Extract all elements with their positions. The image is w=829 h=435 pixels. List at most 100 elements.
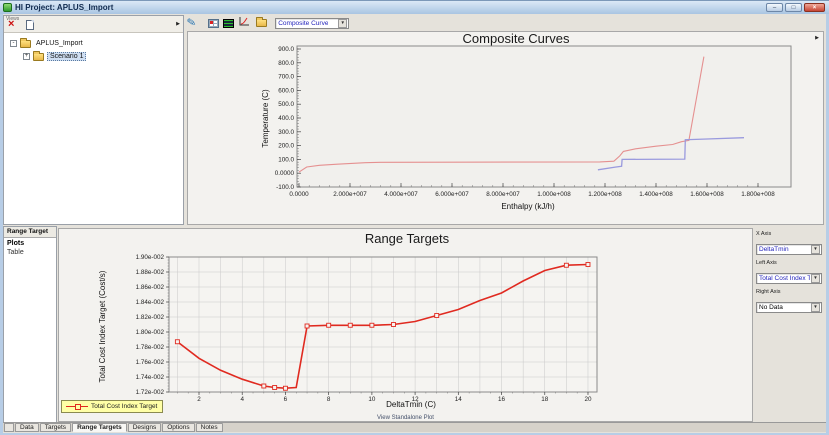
chart-legend: Total Cost Index Target	[61, 400, 163, 413]
svg-text:500.0: 500.0	[278, 101, 294, 108]
tree-item-label: APLUS_Import	[34, 40, 85, 47]
x-axis-label: X Axis	[756, 231, 824, 237]
panel-expand-arrow-icon[interactable]: ▶	[176, 22, 180, 27]
expand-box-icon[interactable]: +	[23, 53, 30, 60]
svg-text:1.82e-002: 1.82e-002	[136, 314, 165, 321]
svg-text:300.0: 300.0	[278, 129, 294, 136]
svg-text:600.0: 600.0	[278, 87, 294, 94]
right-axis-group: Right Axis No Data ▼	[756, 289, 824, 314]
svg-text:400.0: 400.0	[278, 115, 294, 122]
svg-text:200.0: 200.0	[278, 143, 294, 150]
svg-text:1.800e+008: 1.800e+008	[741, 191, 775, 198]
tab-notes[interactable]: Notes	[196, 423, 223, 432]
svg-text:8.000e+007: 8.000e+007	[486, 191, 520, 198]
range-target-nav: Range Target Plots Table	[3, 226, 57, 423]
bottom-tabbar: Data Targets Range Targets Designs Optio…	[3, 422, 826, 432]
dropdown-arrow-icon[interactable]: ▼	[811, 274, 820, 283]
right-axis-select[interactable]: No Data ▼	[756, 302, 822, 313]
svg-text:1.88e-002: 1.88e-002	[136, 269, 165, 276]
svg-text:1.76e-002: 1.76e-002	[136, 359, 165, 366]
pen-icon[interactable]: ✎	[186, 17, 197, 29]
svg-text:16: 16	[498, 396, 506, 403]
table-icon[interactable]	[208, 19, 219, 28]
minimize-button[interactable]: –	[766, 3, 783, 12]
svg-text:6.000e+007: 6.000e+007	[435, 191, 469, 198]
nav-item-plots[interactable]: Plots	[4, 238, 56, 247]
folder-icon[interactable]	[256, 19, 267, 27]
svg-text:700.0: 700.0	[278, 74, 294, 81]
svg-text:4: 4	[240, 396, 244, 403]
legend-line-icon	[66, 403, 88, 410]
window-controls: – □ ×	[764, 3, 825, 12]
matrix-icon[interactable]	[223, 19, 234, 28]
maximize-button[interactable]: □	[785, 3, 802, 12]
titlebar[interactable]: HI Project: APLUS_Import – □ ×	[0, 1, 829, 14]
tab-scroll-stub[interactable]	[4, 423, 14, 432]
svg-text:Range Targets: Range Targets	[365, 231, 450, 246]
tab-targets[interactable]: Targets	[40, 423, 71, 432]
tree-item-scenario[interactable]: + Scenario 1	[23, 50, 183, 63]
svg-text:1.200e+008: 1.200e+008	[588, 191, 622, 198]
svg-text:20: 20	[584, 396, 592, 403]
x-axis-group: X Axis DeltaTmin ▼	[756, 231, 824, 256]
svg-text:1.400e+008: 1.400e+008	[639, 191, 673, 198]
plot-type-select[interactable]: Composite Curve ▼	[275, 18, 349, 29]
svg-text:Enthalpy (kJ/h): Enthalpy (kJ/h)	[501, 202, 555, 211]
dropdown-arrow-icon[interactable]: ▼	[338, 19, 347, 28]
app-window: HI Project: APLUS_Import – □ × Views × ▶…	[0, 0, 829, 435]
right-axis-value: No Data	[759, 304, 783, 311]
new-item-icon[interactable]	[26, 20, 34, 30]
svg-text:900.0: 900.0	[278, 46, 294, 53]
svg-text:800.0: 800.0	[278, 60, 294, 67]
svg-text:14: 14	[455, 396, 463, 403]
left-axis-select[interactable]: Total Cost Index Target ▼	[756, 273, 822, 284]
project-tree-panel: Views × ▶ - APLUS_Import + Scenario 1	[3, 15, 184, 225]
svg-text:1.000e+008: 1.000e+008	[537, 191, 571, 198]
plot-toolbar: ✎ Composite Curve ▼	[187, 15, 826, 31]
svg-text:1.72e-002: 1.72e-002	[136, 389, 165, 396]
svg-text:6: 6	[284, 396, 288, 403]
svg-text:-100.0: -100.0	[276, 184, 294, 191]
dropdown-arrow-icon[interactable]: ▼	[811, 245, 820, 254]
x-axis-select[interactable]: DeltaTmin ▼	[756, 244, 822, 255]
svg-text:8: 8	[327, 396, 331, 403]
tab-options[interactable]: Options	[162, 423, 194, 432]
tree-item-project[interactable]: - APLUS_Import	[10, 37, 183, 50]
svg-text:18: 18	[541, 396, 549, 403]
client-area: Views × ▶ - APLUS_Import + Scenario 1	[3, 14, 826, 433]
collapse-box-icon[interactable]: -	[10, 40, 17, 47]
svg-text:1.78e-002: 1.78e-002	[136, 344, 165, 351]
close-button[interactable]: ×	[804, 3, 825, 12]
svg-text:Temperature (C): Temperature (C)	[261, 89, 270, 148]
delete-icon[interactable]: ×	[8, 19, 14, 30]
view-standalone-plot-link[interactable]: View Standalone Plot	[59, 415, 752, 421]
tab-data[interactable]: Data	[15, 423, 39, 432]
tab-designs[interactable]: Designs	[128, 423, 161, 432]
x-axis-value: DeltaTmin	[759, 246, 789, 253]
range-target-header: Range Target	[4, 227, 56, 238]
red-cell-icon	[210, 21, 213, 24]
svg-text:0.0000: 0.0000	[275, 170, 295, 177]
svg-text:1.80e-002: 1.80e-002	[136, 329, 165, 336]
left-axis-group: Left Axis Total Cost Index Target ▼	[756, 260, 824, 285]
panel-expand-arrow-icon[interactable]: ▶	[815, 36, 819, 41]
svg-text:1.600e+008: 1.600e+008	[690, 191, 724, 198]
composite-curves-panel: 0.00002.000e+0074.000e+0076.000e+0078.00…	[187, 31, 824, 225]
svg-text:1.74e-002: 1.74e-002	[136, 374, 165, 381]
tab-range-targets[interactable]: Range Targets	[72, 423, 127, 432]
window-title: HI Project: APLUS_Import	[15, 3, 113, 12]
svg-text:1.84e-002: 1.84e-002	[136, 299, 165, 306]
plot-type-value: Composite Curve	[278, 20, 328, 27]
plot-icon[interactable]	[238, 14, 250, 32]
svg-text:100.0: 100.0	[278, 156, 294, 163]
svg-text:4.000e+007: 4.000e+007	[384, 191, 418, 198]
range-targets-chart: 24681012141618201.90e-0021.88e-0021.86e-…	[59, 229, 754, 423]
svg-text:DeltaTmin (C): DeltaTmin (C)	[386, 400, 436, 409]
nav-item-table[interactable]: Table	[4, 247, 56, 256]
legend-label: Total Cost Index Target	[91, 403, 157, 410]
svg-text:1.86e-002: 1.86e-002	[136, 284, 165, 291]
folder-icon	[33, 53, 44, 61]
dropdown-arrow-icon[interactable]: ▼	[811, 303, 820, 312]
svg-text:2: 2	[197, 396, 201, 403]
left-axis-label: Left Axis	[756, 260, 824, 266]
